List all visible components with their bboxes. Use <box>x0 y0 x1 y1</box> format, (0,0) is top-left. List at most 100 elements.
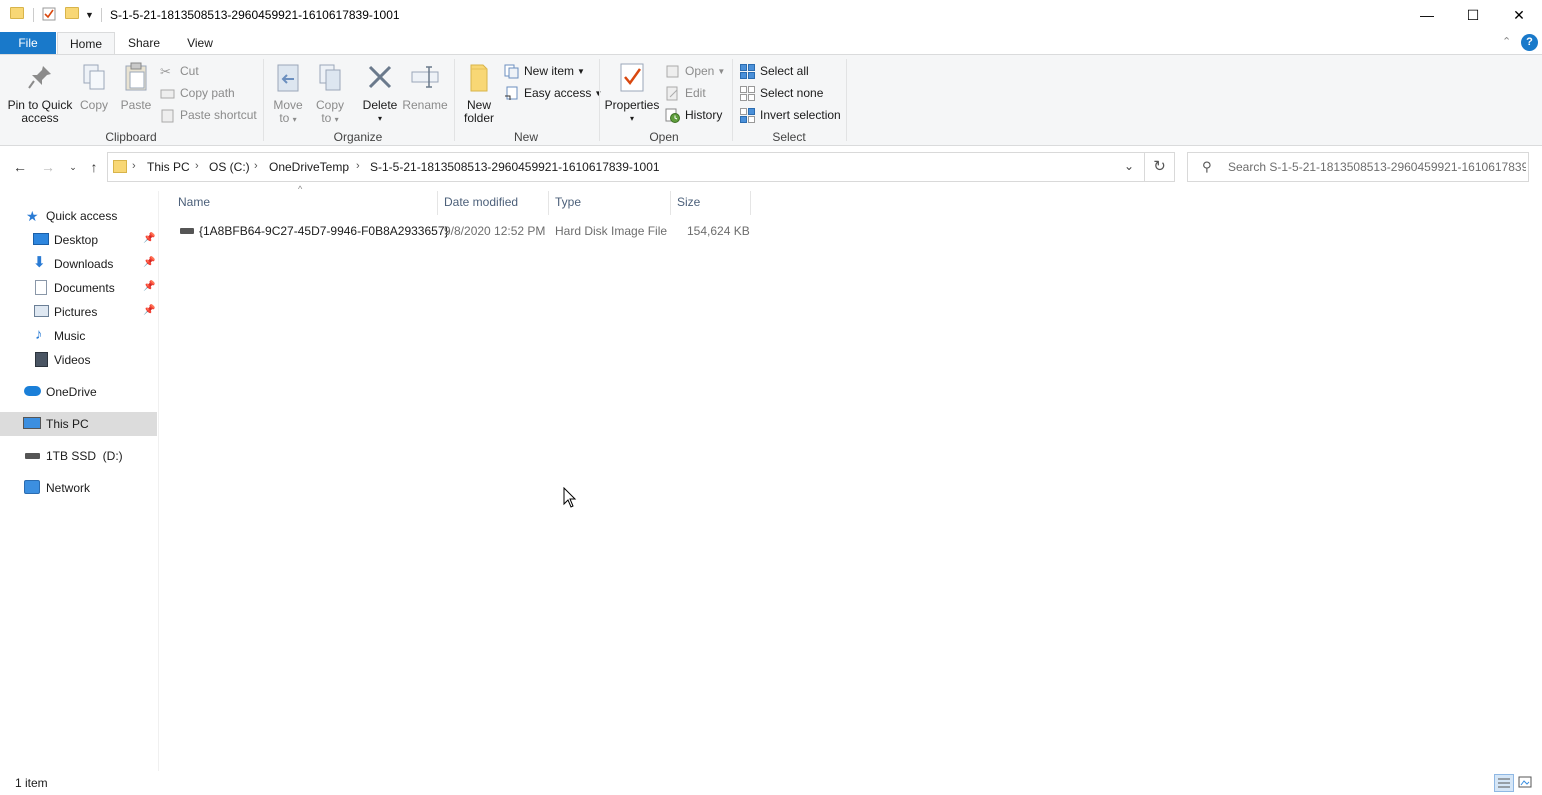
up-arrow-icon[interactable]: ↑ <box>84 157 104 177</box>
ribbon-separator <box>599 59 600 141</box>
sidebar-item-videos[interactable]: Videos <box>0 348 157 372</box>
new-folder-button[interactable]: New folder <box>460 61 498 125</box>
new-item-icon <box>504 64 519 79</box>
breadcrumb-os-c[interactable]: OS (C:) <box>209 160 250 174</box>
pin-label-line2: access <box>21 111 59 125</box>
breadcrumb-this-pc[interactable]: This PC <box>147 160 190 174</box>
properties-dropdown-icon: ▾ <box>629 114 634 123</box>
easy-access-button[interactable]: Easy access ▼ <box>504 83 602 103</box>
copy-path-button[interactable]: Copy path <box>160 83 235 103</box>
minimize-button[interactable]: — <box>1404 0 1450 30</box>
sidebar-item-network[interactable]: Network <box>0 476 157 500</box>
tab-home[interactable]: Home <box>57 32 115 54</box>
breadcrumb-chevron-icon[interactable]: › <box>195 160 199 172</box>
tab-file[interactable]: File <box>0 32 56 54</box>
sidebar-item-quick-access[interactable]: ★ Quick access <box>0 204 157 228</box>
easy-access-label: Easy access <box>524 86 592 100</box>
edit-label: Edit <box>685 86 706 100</box>
select-all-button[interactable]: Select all <box>740 61 809 81</box>
sidebar-item-downloads[interactable]: ⬇ Downloads 📌 <box>0 252 157 276</box>
new-item-label: New item <box>524 64 575 78</box>
sidebar-item-this-pc[interactable]: This PC <box>0 412 157 436</box>
new-item-button[interactable]: New item ▼ <box>504 61 585 81</box>
sidebar-item-onedrive[interactable]: OneDrive <box>0 380 157 404</box>
properties-check-icon[interactable] <box>42 7 58 23</box>
large-icons-view-icon[interactable] <box>1516 774 1536 792</box>
properties-icon <box>616 61 648 93</box>
sidebar-item-pictures[interactable]: Pictures 📌 <box>0 300 157 324</box>
pictures-icon <box>34 305 49 317</box>
new-folder-label-line2: folder <box>463 111 495 125</box>
tab-view[interactable]: View <box>174 32 226 54</box>
details-view-icon[interactable] <box>1494 774 1514 792</box>
cut-button[interactable]: ✂ Cut <box>160 61 199 81</box>
address-dropdown-chevron-icon[interactable]: ⌄ <box>1124 159 1134 173</box>
pin-icon[interactable]: 📌 <box>143 305 155 316</box>
search-input[interactable]: ⚲ Search S-1-5-21-1813508513-2960459921-… <box>1187 152 1529 182</box>
breadcrumb-onedrivetemp[interactable]: OneDriveTemp <box>269 160 349 174</box>
qat-dropdown-icon[interactable]: ▼ <box>85 7 101 23</box>
forward-arrow-icon[interactable]: → <box>38 157 58 177</box>
breadcrumb-chevron-icon[interactable]: › <box>132 160 136 172</box>
edit-button[interactable]: Edit <box>665 83 706 103</box>
ribbon-separator <box>846 59 847 141</box>
breadcrumb-chevron-icon[interactable]: › <box>254 160 258 172</box>
paste-button[interactable]: Paste <box>118 61 154 112</box>
select-none-button[interactable]: Select none <box>740 83 823 103</box>
sidebar-item-music[interactable]: ♪ Music <box>0 324 157 348</box>
sidebar-item-documents[interactable]: Documents 📌 <box>0 276 157 300</box>
properties-label: Properties <box>604 98 660 112</box>
pin-icon[interactable]: 📌 <box>143 281 155 292</box>
open-label: Open <box>685 64 715 78</box>
close-button[interactable]: ✕ <box>1496 0 1542 30</box>
pin-icon <box>24 61 56 93</box>
column-header-name[interactable]: Name <box>172 191 438 215</box>
copy-to-button[interactable]: Copy to ▾ <box>312 61 348 126</box>
hard-disk-image-icon <box>180 228 194 234</box>
breadcrumb-chevron-icon[interactable]: › <box>356 160 360 172</box>
select-none-label: Select none <box>760 86 824 100</box>
paste-label: Paste <box>120 98 152 112</box>
history-clock-icon <box>665 108 680 123</box>
sidebar-item-ssd-drive[interactable]: 1TB SSD (D:) <box>0 444 157 468</box>
address-bar[interactable]: › This PC › OS (C:) › OneDriveTemp › S-1… <box>107 152 1145 182</box>
copy-label: Copy <box>79 98 108 112</box>
recent-locations-chevron-icon[interactable]: ⌄ <box>63 157 83 177</box>
new-group-label: New <box>513 130 538 144</box>
window-title: S-1-5-21-1813508513-2960459921-161061783… <box>110 8 400 22</box>
breadcrumb-current-folder[interactable]: S-1-5-21-1813508513-2960459921-161061783… <box>370 160 660 174</box>
ribbon: Pin to Quick access Copy Paste ✂ Cut Cop… <box>0 54 1542 146</box>
refresh-icon[interactable]: ↻ <box>1145 152 1175 182</box>
delete-button[interactable]: Delete ▾ <box>360 61 400 125</box>
help-icon[interactable]: ? <box>1521 34 1538 51</box>
column-header-type[interactable]: Type <box>549 191 671 215</box>
move-to-button[interactable]: Move to ▾ <box>270 61 306 126</box>
title-bar: ▼ S-1-5-21-1813508513-2960459921-1610617… <box>0 0 1542 32</box>
computer-icon <box>23 417 41 429</box>
ribbon-separator <box>454 59 455 141</box>
collapse-ribbon-icon[interactable]: ⌃ <box>1502 35 1511 48</box>
pin-to-quick-access-button[interactable]: Pin to Quick access <box>4 61 76 125</box>
tab-share[interactable]: Share <box>118 32 170 54</box>
pin-icon[interactable]: 📌 <box>143 233 155 244</box>
back-arrow-icon[interactable]: ← <box>10 157 30 177</box>
paste-shortcut-icon <box>160 108 175 123</box>
new-folder-qat-icon[interactable] <box>65 7 81 23</box>
properties-button[interactable]: Properties ▾ <box>604 61 660 125</box>
pin-icon[interactable]: 📌 <box>143 257 155 268</box>
copy-button[interactable]: Copy <box>76 61 112 112</box>
column-header-size[interactable]: Size <box>671 191 751 215</box>
drive-icon <box>25 453 40 459</box>
status-bar: 1 item <box>0 771 1542 795</box>
open-dropdown-icon: ▼ <box>717 66 726 76</box>
rename-button[interactable]: Rename <box>402 61 448 112</box>
maximize-button[interactable]: ☐ <box>1450 0 1496 30</box>
sidebar-item-desktop[interactable]: Desktop 📌 <box>0 228 157 252</box>
paste-shortcut-button[interactable]: Paste shortcut <box>160 105 257 125</box>
history-button[interactable]: History <box>665 105 722 125</box>
open-button[interactable]: Open ▼ <box>665 61 725 81</box>
clipboard-group-label: Clipboard <box>105 130 157 144</box>
invert-selection-button[interactable]: Invert selection <box>740 105 841 125</box>
file-row[interactable]: {1A8BFB64-9C27-45D7-9946-F0B8A2933657} 9… <box>172 220 752 242</box>
column-header-date-modified[interactable]: Date modified <box>438 191 549 215</box>
